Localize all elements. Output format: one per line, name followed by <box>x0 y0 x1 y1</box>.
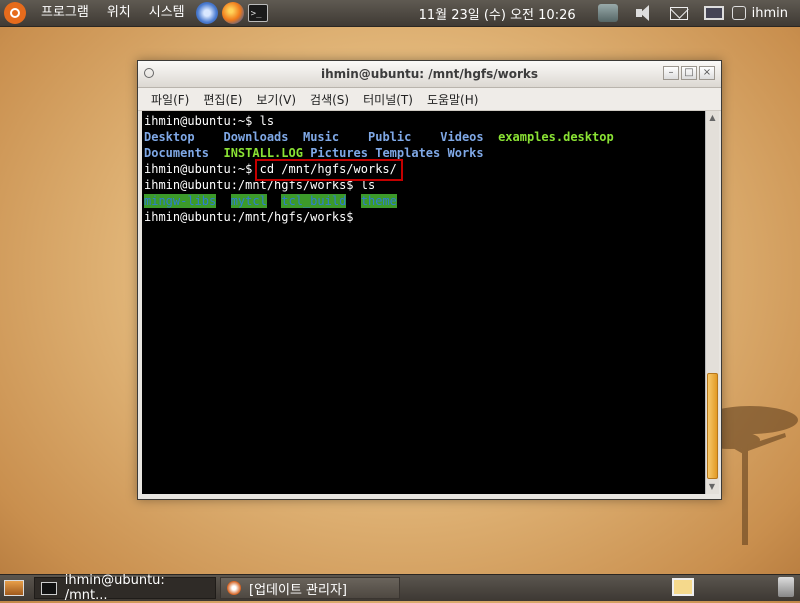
terminal-line: Desktop Downloads Music Public Videos ex… <box>144 129 705 145</box>
terminal-line: ihmin@ubuntu:/mnt/hgfs/works$ <box>144 209 705 225</box>
menu-search[interactable]: 검색(S) <box>303 91 356 108</box>
terminal-area[interactable]: ihmin@ubuntu:~$ ls Desktop Downloads Musi… <box>142 111 705 494</box>
panel-left: 프로그램 위치 시스템 >_ <box>0 0 270 26</box>
menu-system[interactable]: 시스템 <box>140 0 194 26</box>
dir-entry: mytcl <box>230 194 267 208</box>
terminal-window: ihmin@ubuntu: /mnt/hgfs/works – □ × 파일(F… <box>137 60 722 500</box>
volume-icon[interactable] <box>634 4 654 22</box>
task-label: ihmin@ubuntu: /mnt... <box>64 573 165 603</box>
firefox-icon[interactable] <box>221 2 244 24</box>
dir-entry: tcl_build <box>281 194 347 208</box>
prompt: ihmin@ubuntu:~$ <box>144 162 260 176</box>
update-manager-icon <box>227 581 241 595</box>
terminal-line: Documents INSTALL.LOG Pictures Templates… <box>144 145 705 161</box>
terminal-line: mingw-libs mytcl tcl_build theme <box>144 193 705 209</box>
highlight-box <box>255 159 403 181</box>
window-titlebar[interactable]: ihmin@ubuntu: /mnt/hgfs/works – □ × <box>138 61 721 88</box>
terminal-scrollbar[interactable]: ▲ ▼ <box>705 111 719 494</box>
dir-entry: Templates <box>375 146 441 160</box>
workspace-switcher[interactable] <box>672 578 694 596</box>
clock[interactable]: 11월 23일 (수) 오전 10:26 <box>419 4 576 23</box>
dir-entry: theme <box>360 194 397 208</box>
top-panel: 프로그램 위치 시스템 >_ 11월 23일 (수) 오전 10:26 ihmi… <box>0 0 800 27</box>
browser-icon[interactable] <box>195 2 218 24</box>
user-menu[interactable]: ihmin <box>752 6 788 21</box>
dir-entry: mingw-libs <box>144 194 217 208</box>
scroll-thumb[interactable] <box>707 373 718 479</box>
panel-right: 11월 23일 (수) 오전 10:26 ihmin <box>419 0 800 26</box>
dir-entry: Documents <box>144 146 210 160</box>
trash-icon[interactable] <box>778 577 794 597</box>
terminal-icon <box>41 581 57 595</box>
file-entry: INSTALL.LOG <box>223 146 303 160</box>
bottom-panel: ihmin@ubuntu: /mnt... [업데이트 관리자] <box>0 573 800 603</box>
command: ls <box>259 114 275 128</box>
network-icon[interactable] <box>597 4 618 22</box>
minimize-button[interactable]: – <box>663 66 679 80</box>
window-menubar: 파일(F) 편집(E) 보기(V) 검색(S) 터미널(T) 도움말(H) <box>138 88 721 111</box>
window-title: ihmin@ubuntu: /mnt/hgfs/works <box>320 67 539 81</box>
dir-entry: Desktop <box>144 130 195 144</box>
menu-places[interactable]: 위치 <box>98 0 140 26</box>
ubuntu-logo-icon[interactable] <box>4 2 26 24</box>
window-menu-icon[interactable] <box>144 68 154 78</box>
scroll-up-icon[interactable]: ▲ <box>706 111 719 125</box>
task-terminal[interactable]: ihmin@ubuntu: /mnt... <box>34 573 216 603</box>
maximize-button[interactable]: □ <box>681 66 697 80</box>
dir-entry: Music <box>302 130 340 144</box>
terminal-line: ihmin@ubuntu:/mnt/hgfs/works$ ls <box>144 177 705 193</box>
chat-icon[interactable] <box>731 6 746 20</box>
menu-terminal[interactable]: 터미널(T) <box>356 91 420 108</box>
monitor-icon[interactable] <box>703 6 724 20</box>
file-entry: examples.desktop <box>498 130 614 144</box>
terminal-line: ihmin@ubuntu:~$ ls <box>144 113 705 129</box>
show-desktop-icon[interactable] <box>4 580 24 596</box>
dir-entry: Pictures <box>310 146 368 160</box>
task-update-manager[interactable]: [업데이트 관리자] <box>220 577 400 599</box>
prompt: ihmin@ubuntu:/mnt/hgfs/works$ <box>144 210 361 224</box>
mail-icon[interactable] <box>669 6 688 20</box>
menu-edit[interactable]: 편집(E) <box>196 91 249 108</box>
prompt: ihmin@ubuntu:~$ <box>144 114 260 128</box>
menu-view[interactable]: 보기(V) <box>249 91 303 108</box>
close-button[interactable]: × <box>699 66 715 80</box>
dir-entry: Works <box>447 146 484 160</box>
window-controls: – □ × <box>661 66 715 80</box>
menu-applications[interactable]: 프로그램 <box>32 0 98 26</box>
dir-entry: Videos <box>440 130 484 144</box>
terminal-line: ihmin@ubuntu:~$ cd /mnt/hgfs/works/ <box>144 161 705 177</box>
dir-entry: Public <box>368 130 412 144</box>
terminal-icon[interactable]: >_ <box>247 4 268 22</box>
dir-entry: Downloads <box>223 130 289 144</box>
menu-help[interactable]: 도움말(H) <box>420 91 486 108</box>
scroll-down-icon[interactable]: ▼ <box>706 480 718 494</box>
menu-file[interactable]: 파일(F) <box>144 91 196 108</box>
task-label: [업데이트 관리자] <box>249 582 347 598</box>
